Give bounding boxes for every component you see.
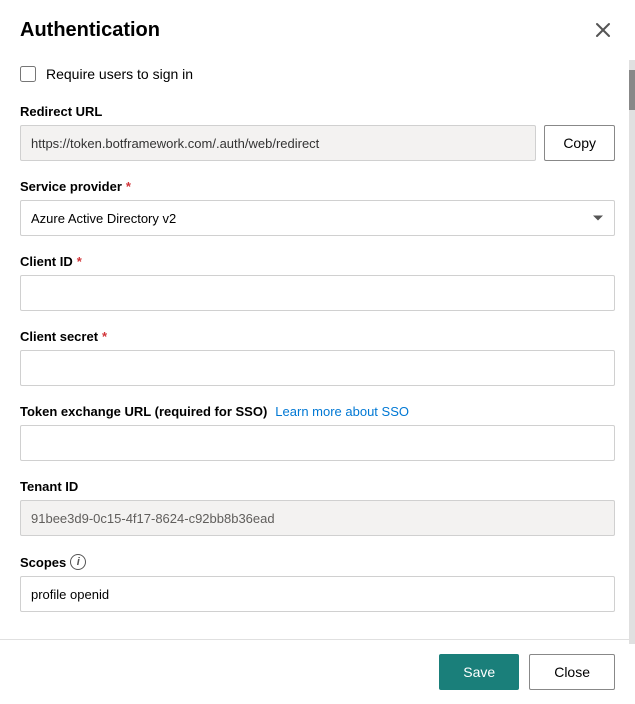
scopes-group: Scopes i — [20, 554, 615, 612]
redirect-url-value: https://token.botframework.com/.auth/web… — [20, 125, 536, 161]
redirect-url-row: https://token.botframework.com/.auth/web… — [20, 125, 615, 161]
modal-footer: Save Close — [0, 639, 635, 704]
require-signin-label: Require users to sign in — [46, 66, 193, 82]
redirect-url-group: Redirect URL https://token.botframework.… — [20, 104, 615, 161]
client-secret-required: * — [102, 329, 107, 344]
modal-title: Authentication — [20, 19, 160, 42]
scrollbar-thumb[interactable] — [629, 70, 635, 110]
save-button[interactable]: Save — [439, 654, 519, 690]
client-id-label: Client ID * — [20, 254, 615, 269]
scopes-input[interactable] — [20, 576, 615, 612]
service-provider-label-text: Service provider — [20, 179, 122, 194]
client-secret-label: Client secret * — [20, 329, 615, 344]
token-exchange-label-row: Token exchange URL (required for SSO) Le… — [20, 404, 615, 419]
token-exchange-url-label: Token exchange URL (required for SSO) — [20, 404, 267, 419]
modal-header: Authentication — [0, 0, 635, 56]
service-provider-select-wrapper: Azure Active Directory v2 Google GitHub … — [20, 200, 615, 236]
token-exchange-url-group: Token exchange URL (required for SSO) Le… — [20, 404, 615, 461]
modal-body: Require users to sign in Redirect URL ht… — [0, 56, 635, 639]
learn-more-link[interactable]: Learn more about SSO — [275, 404, 409, 419]
client-id-required: * — [77, 254, 82, 269]
copy-button[interactable]: Copy — [544, 125, 615, 161]
tenant-id-label: Tenant ID — [20, 479, 615, 494]
service-provider-select[interactable]: Azure Active Directory v2 Google GitHub … — [20, 200, 615, 236]
service-provider-required: * — [126, 179, 131, 194]
service-provider-group: Service provider * Azure Active Director… — [20, 179, 615, 236]
client-secret-group: Client secret * — [20, 329, 615, 386]
token-exchange-url-input[interactable] — [20, 425, 615, 461]
tenant-id-group: Tenant ID — [20, 479, 615, 536]
client-id-label-text: Client ID — [20, 254, 73, 269]
client-secret-label-text: Client secret — [20, 329, 98, 344]
scopes-info-icon[interactable]: i — [70, 554, 86, 570]
scopes-label: Scopes i — [20, 554, 615, 570]
scopes-label-text: Scopes — [20, 555, 66, 570]
require-signin-checkbox[interactable] — [20, 66, 36, 82]
redirect-url-label: Redirect URL — [20, 104, 615, 119]
client-secret-input[interactable] — [20, 350, 615, 386]
authentication-modal: Authentication Require users to sign in … — [0, 0, 635, 704]
tenant-id-input[interactable] — [20, 500, 615, 536]
require-signin-row: Require users to sign in — [20, 66, 615, 82]
client-id-input[interactable] — [20, 275, 615, 311]
tenant-id-label-text: Tenant ID — [20, 479, 78, 494]
close-button[interactable]: Close — [529, 654, 615, 690]
redirect-url-label-text: Redirect URL — [20, 104, 102, 119]
client-id-group: Client ID * — [20, 254, 615, 311]
service-provider-label: Service provider * — [20, 179, 615, 194]
x-icon — [595, 22, 611, 38]
scrollbar-track[interactable] — [629, 60, 635, 644]
close-icon-button[interactable] — [591, 18, 615, 42]
